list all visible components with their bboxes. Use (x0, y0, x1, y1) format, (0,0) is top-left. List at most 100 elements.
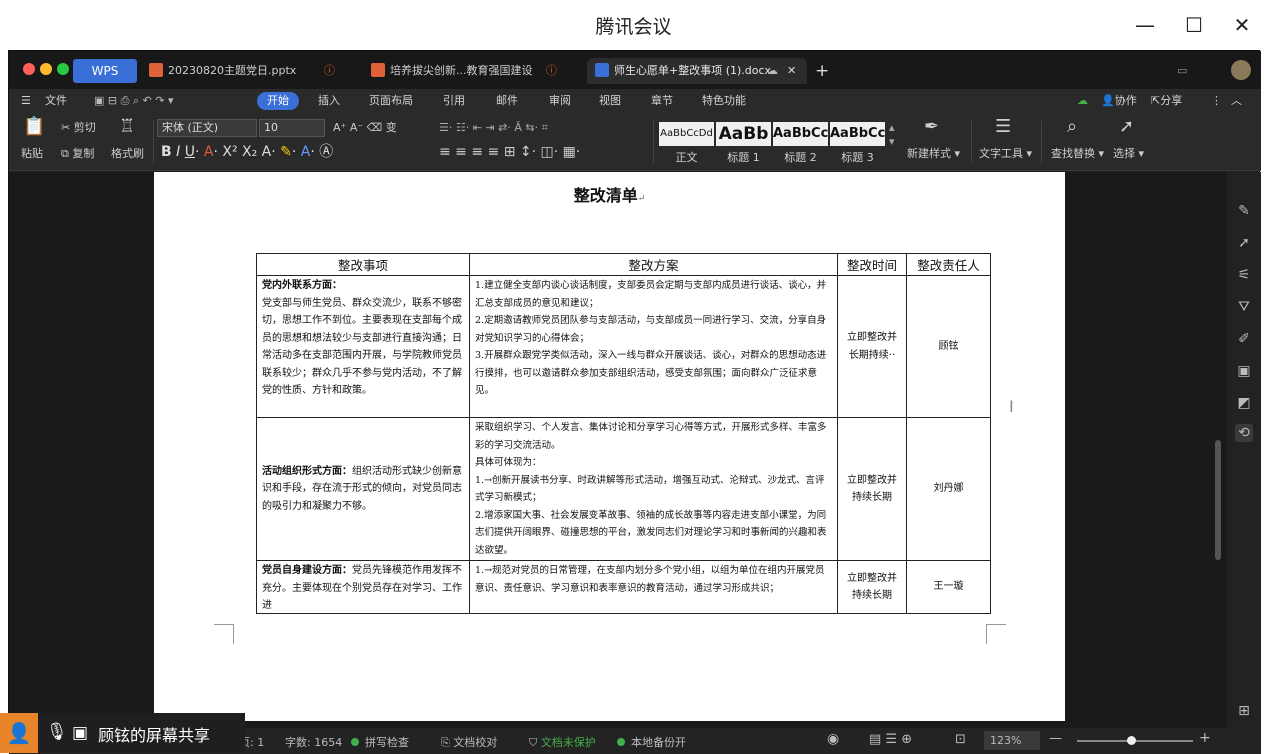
menu-layout[interactable]: 页面布局 (369, 92, 413, 110)
find-replace-button[interactable]: 查找替换 ▾ (1051, 147, 1104, 161)
local-backup[interactable]: 本地备份开 (617, 734, 686, 750)
history-icon[interactable]: ⟲ (1235, 424, 1253, 442)
view-mode-icons[interactable]: ▤ ☰ ⊕ (869, 732, 912, 747)
font-size-tools[interactable]: A⁺ A⁻ ⌫ 变 (333, 121, 397, 135)
collab-button[interactable]: 👤协作 (1101, 92, 1137, 110)
styles-scroll-icon[interactable]: ▴ ▾ (889, 121, 895, 149)
zoom-slider[interactable] (1077, 736, 1193, 745)
crop-mark (214, 624, 234, 644)
tab-pptx-2[interactable]: 培养拔尖创新...教育强国建设 ⓘ (371, 58, 581, 84)
close-button[interactable]: ✕ (1231, 14, 1253, 36)
text-tools-icon[interactable]: ☰ (995, 118, 1011, 136)
format-painter-button[interactable]: 格式刷 (111, 147, 144, 161)
new-style-button[interactable]: 新建样式 ▾ (907, 147, 960, 161)
font-select[interactable]: 宋体 (正文) (157, 119, 257, 137)
maximize-button[interactable]: ☐ (1183, 14, 1205, 36)
menu-file[interactable]: 文件 (45, 92, 67, 110)
style-heading3[interactable]: AaBbCc (830, 122, 885, 146)
spell-check[interactable]: 拼写检查 (351, 734, 409, 750)
paste-button[interactable]: 粘贴 (21, 147, 43, 161)
eye-icon[interactable]: ◉ (827, 731, 839, 747)
minimize-button[interactable]: — (1134, 14, 1156, 36)
cell-plan: 1.建立健全支部内谈心谈话制度，支部委员会定期与支部内成员进行谈话、谈心，并汇总… (469, 275, 838, 418)
tab-close-icon[interactable]: ✕ (787, 58, 796, 84)
user-icon: 👤 (1101, 94, 1115, 107)
cell-time: 立即整改并持续长期 (837, 417, 907, 561)
cell-person: 顾铉 (906, 275, 991, 418)
cut-button[interactable]: ✂ 剪切 (61, 121, 96, 135)
cursor-icon[interactable]: ➚ (1119, 118, 1134, 136)
sync-icon[interactable]: ☁ (1077, 92, 1088, 110)
hamburger-menu-icon[interactable]: ☰ (21, 92, 31, 110)
document-page[interactable]: 整改清单↵ 整改事项 整改方案 整改时间 整改责任人 党内外联系方面： 党支部与师… (154, 172, 1065, 721)
font-style-buttons[interactable]: B I U· A· X² X₂ A· ✎· A· Ⓐ (161, 145, 333, 159)
menu-review[interactable]: 审阅 (549, 92, 571, 110)
window-layout-icon[interactable]: ▭ (1177, 58, 1187, 84)
paste-icon[interactable]: 📋 (23, 118, 45, 136)
style-heading3-label: 标题 3 (841, 151, 874, 164)
new-style-icon[interactable]: ✒ (924, 118, 939, 136)
quick-access-icons[interactable]: ▣ ⊟ ⎙ ⌕ ↶ ↷ ▾ (94, 92, 174, 110)
pptx-icon (371, 63, 385, 77)
text-tools-button[interactable]: 文字工具 ▾ (979, 147, 1032, 161)
grid-icon[interactable]: ⊞ (1235, 702, 1253, 720)
cell-person: 王一璇 (906, 560, 991, 614)
fit-page-icon[interactable]: ⊡ (955, 732, 966, 747)
select-button[interactable]: 选择 ▾ (1113, 147, 1144, 161)
plan-line: 2.增添家国大事、社会发展变革故事、领袖的成长故事等内容走进支部小课堂，为同志们… (475, 509, 827, 556)
style-heading1[interactable]: AaBb (716, 122, 771, 146)
font-size-select[interactable]: 10 (259, 119, 325, 137)
share-button[interactable]: ⇱分享 (1151, 92, 1182, 110)
shield-icon: ⛉ (529, 736, 541, 749)
image-icon[interactable]: ▣ (1235, 362, 1253, 380)
doc-proof[interactable]: ⎘ 文档校对 (441, 734, 497, 750)
wps-home-tab[interactable]: WPS (73, 59, 137, 83)
item-title: 活动组织形式方面 (262, 465, 342, 477)
tab-docx-active[interactable]: 师生心愿单+整改事项 (1).docx ☁ ✕ (587, 58, 807, 84)
style-heading2-label: 标题 2 (784, 151, 817, 164)
search-icon[interactable]: ⌕ (1067, 118, 1077, 136)
zoom-dot[interactable] (57, 63, 69, 75)
menu-start[interactable]: 开始 (257, 92, 299, 110)
sliders-icon[interactable]: ⚟ (1235, 266, 1253, 284)
plan-line: 1.→创新开展读书分享、时政讲解等形式活动，增强互动式、沦辩式、沙龙式、言评式学… (475, 474, 825, 504)
menu-view[interactable]: 视图 (599, 92, 621, 110)
avatar[interactable] (1231, 60, 1251, 80)
menu-insert[interactable]: 插入 (318, 92, 340, 110)
scrollbar-thumb[interactable] (1215, 440, 1221, 560)
collapse-ribbon-icon[interactable]: ︿ (1231, 92, 1242, 110)
menu-references[interactable]: 引用 (443, 92, 465, 110)
divider (653, 121, 654, 163)
zoom-slider-thumb[interactable] (1127, 736, 1136, 745)
vertical-scrollbar[interactable] (1212, 172, 1224, 717)
pen-icon[interactable]: ✎ (1235, 202, 1253, 220)
style-normal[interactable]: AaBbCcDd (659, 122, 714, 146)
shape-icon[interactable]: ⛛ (1235, 298, 1253, 316)
list-tools[interactable]: ☰· ☷· ⇤ ⇥ ⇄· Ā ⇆· ⌗ (439, 121, 548, 135)
style-heading2[interactable]: AaBbCc (773, 122, 828, 146)
zoom-level[interactable]: 123% (984, 731, 1040, 750)
align-tools[interactable]: ≡ ≡ ≡ ≡ ⊞ ↕· ◫· ▦· (439, 145, 580, 159)
zoom-in-button[interactable]: + (1199, 730, 1211, 746)
more-icon[interactable]: ⋮ (1211, 92, 1222, 110)
divider (971, 121, 972, 163)
menu-chapter[interactable]: 章节 (651, 92, 673, 110)
edit-doc-icon[interactable]: ✐ (1235, 330, 1253, 348)
zoom-out-button[interactable]: — (1049, 731, 1062, 746)
doc-protect[interactable]: ⛉ 文档未保护 (529, 734, 596, 750)
tab-pptx-1[interactable]: 20230820主题党日.pptx ⓘ (149, 58, 349, 84)
new-tab-button[interactable]: + (815, 58, 829, 84)
picture-icon[interactable]: ◩ (1235, 394, 1253, 412)
divider (1041, 121, 1042, 163)
close-dot[interactable] (23, 63, 35, 75)
docx-icon (595, 63, 609, 77)
document-area[interactable]: 整改清单↵ 整改事项 整改方案 整改时间 整改责任人 党内外联系方面： 党支部与师… (9, 172, 1227, 736)
header-plan: 整改方案 (469, 253, 838, 276)
menu-special[interactable]: 特色功能 (702, 92, 746, 110)
copy-button[interactable]: ⧉ 复制 (61, 147, 94, 161)
format-painter-icon[interactable]: ♖ (119, 118, 135, 136)
pointer-icon[interactable]: ➚ (1235, 234, 1253, 252)
menu-mail[interactable]: 邮件 (496, 92, 518, 110)
plan-line: 1.→规范对党员的日常管理，在支部内划分多个党小组，以组为单位在组内开展党员意识… (475, 565, 825, 594)
minimize-dot[interactable] (40, 63, 52, 75)
